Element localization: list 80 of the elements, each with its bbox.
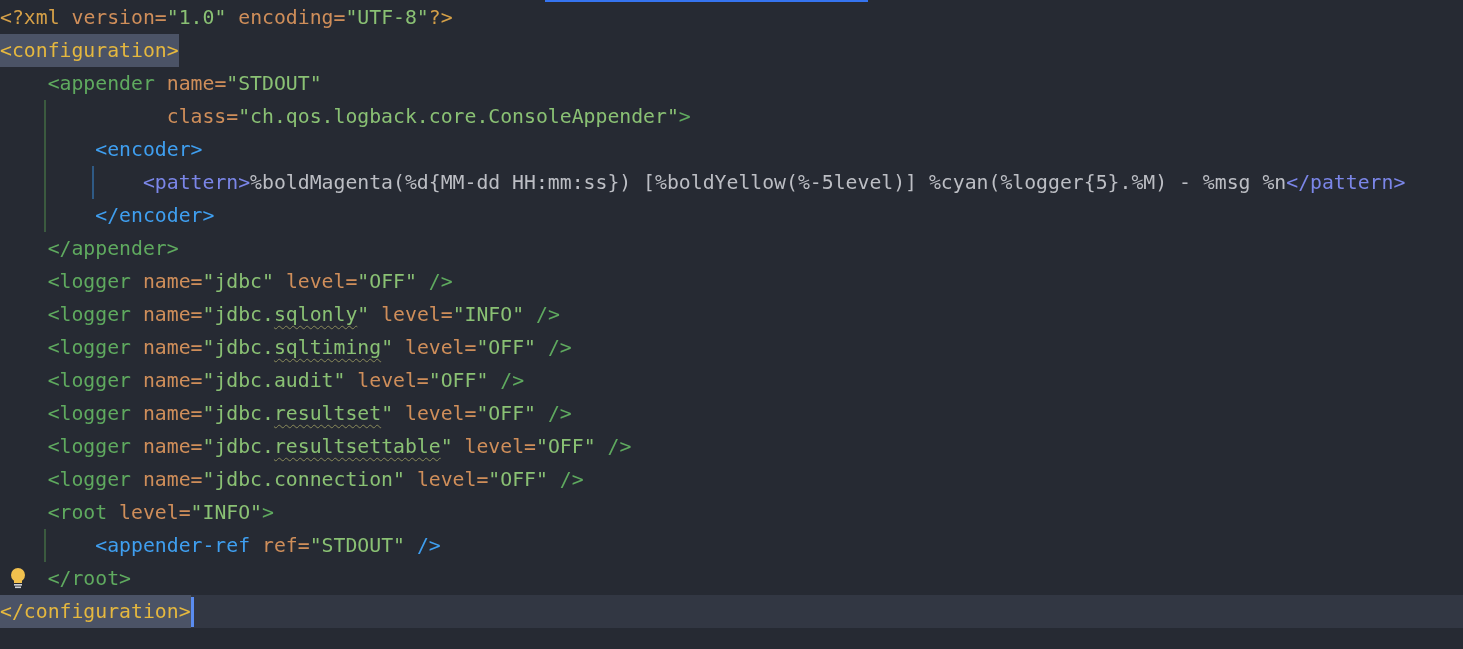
code-token: name= [142, 335, 203, 361]
code-token: <configuration> [0, 34, 179, 67]
code-token: "OFF" [536, 434, 596, 460]
code-token: level= [464, 434, 536, 460]
code-token: <logger [47, 434, 131, 460]
code-token: "OFF" [476, 401, 536, 427]
code-token: <logger [47, 302, 131, 328]
code-token: "OFF" [488, 467, 548, 493]
code-token: "1.0" [166, 5, 227, 31]
code-token: </appender> [47, 236, 179, 262]
code-token: level= [405, 401, 477, 427]
code-token: /> [607, 434, 632, 460]
code-token: level= [285, 269, 358, 295]
code-token: "OFF" [357, 269, 417, 295]
code-token: <logger [47, 368, 131, 394]
code-token: " [381, 335, 394, 361]
code-token: <appender [47, 71, 155, 97]
code-token: " [381, 401, 394, 427]
code-token: name= [142, 401, 203, 427]
code-token: name= [142, 467, 203, 493]
code-token: <?xml [0, 5, 61, 31]
code-token: /> [416, 533, 441, 559]
code-token: resultset [273, 401, 382, 427]
code-token: level= [405, 335, 477, 361]
code-token: sqlonly [273, 302, 358, 328]
code-token: "ch.qos.logback.core.ConsoleAppender" [238, 104, 679, 130]
code-token: "jdbc. [202, 401, 274, 427]
code-token: level= [357, 368, 429, 394]
code-token: <logger [47, 467, 131, 493]
code-token: level= [381, 302, 453, 328]
code-token: ref= [262, 533, 310, 559]
code-token: " [357, 302, 370, 328]
code-token: </encoder> [95, 203, 215, 229]
code-token: <encoder> [95, 137, 203, 163]
code-token: </root> [47, 566, 131, 592]
code-token: name= [142, 368, 203, 394]
code-token: sqltiming [273, 335, 382, 361]
code-token: "OFF" [476, 335, 536, 361]
code-token: "jdbc.connection" [202, 467, 405, 493]
code-token: "INFO" [452, 302, 525, 328]
code-token: /> [500, 368, 525, 394]
code-token: > [678, 104, 691, 130]
code-token: level= [119, 500, 191, 526]
code-token: name= [166, 71, 227, 97]
code-token: </pattern> [1286, 170, 1406, 196]
lightbulb-icon[interactable] [10, 568, 26, 590]
code-token: level= [416, 467, 489, 493]
code-token: encoding= [238, 5, 346, 31]
code-token: "jdbc.audit" [202, 368, 346, 394]
code-token: <pattern> [142, 170, 251, 196]
code-token: "jdbc. [202, 335, 274, 361]
code-token: <root [47, 500, 108, 526]
code-token: resultsettable [273, 434, 441, 460]
code-token: ?> [428, 5, 453, 31]
code-token: class= [166, 104, 239, 130]
code-token: name= [142, 302, 203, 328]
code-token: name= [142, 269, 203, 295]
code-token: > [262, 500, 274, 526]
code-token: "INFO" [190, 500, 263, 526]
code-token: </configuration> [0, 595, 191, 628]
code-token: /> [547, 335, 572, 361]
code-token: version= [71, 5, 167, 31]
code-token: %boldMagenta(%d{MM-dd HH:mm:ss}) [%boldYellow(%-5level)] %cyan(%logger{5}.%M) - %msg %n [250, 170, 1287, 196]
code-token: /> [428, 269, 453, 295]
code-token: "STDOUT" [226, 71, 322, 97]
code-token: <logger [47, 269, 131, 295]
code-token: "jdbc" [202, 269, 274, 295]
code-token: /> [547, 401, 572, 427]
code-token: /> [559, 467, 584, 493]
code-token: "jdbc. [202, 434, 274, 460]
code-token: "jdbc. [202, 302, 274, 328]
code-token: "OFF" [428, 368, 489, 394]
code-token: /> [536, 302, 560, 328]
code-token: "STDOUT" [309, 533, 405, 559]
code-token: <appender-ref [95, 533, 251, 559]
code-token: <logger [47, 335, 131, 361]
code-token: " [440, 434, 453, 460]
code-token: <logger [47, 401, 131, 427]
code-token: name= [142, 434, 203, 460]
code-token: "UTF-8" [345, 5, 429, 31]
